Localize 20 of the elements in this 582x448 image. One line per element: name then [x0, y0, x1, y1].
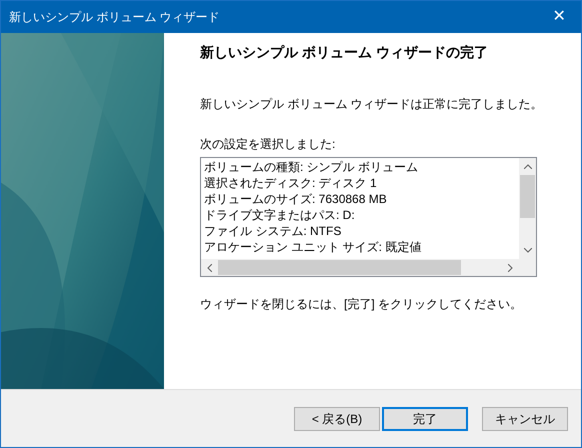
close-button[interactable]: ✕ [537, 1, 581, 33]
instruction-text: ウィザードを閉じるには、[完了] をクリックしてください。 [200, 296, 524, 313]
scroll-thumb[interactable] [218, 260, 461, 275]
dialog-button[interactable]: キャンセル [482, 406, 568, 430]
settings-line: ファイル システム: NTFS [204, 223, 342, 239]
window-title: 新しいシンプル ボリューム ウィザード [9, 9, 220, 26]
settings-line: ドライブ文字またはパス: D: [204, 207, 356, 223]
settings-list[interactable]: ボリュームの種類: シンプル ボリューム 選択されたディスク: ディスク 1 ボリュームのサイズ: 7630868 MB ドライブ文字またはパス: D: ファイル システム: NTFS アロケーション ユニット サイズ: 既定値 [200, 157, 537, 277]
completion-message: 新しいシンプル ボリューム ウィザードは正常に完了しました。 [200, 96, 544, 113]
settings-line: ボリュームのサイズ: 7630868 MB [204, 191, 388, 207]
settings-line: アロケーション ユニット サイズ: 既定値 [204, 239, 422, 255]
settings-line: 選択されたディスク: ディスク 1 [204, 175, 378, 191]
page-heading: 新しいシンプル ボリューム ウィザードの完了 [200, 43, 489, 62]
settings-line: ボリュームの種類: シンプル ボリューム [204, 159, 420, 175]
horizontal-scrollbar[interactable] [201, 259, 519, 276]
dialog-button[interactable]: < 戻る(B) [294, 406, 380, 430]
settings-label: 次の設定を選択しました: [200, 136, 336, 153]
dialog-button[interactable]: 完了 [382, 406, 468, 430]
scroll-thumb[interactable] [520, 175, 535, 218]
vertical-scrollbar[interactable] [519, 158, 536, 259]
